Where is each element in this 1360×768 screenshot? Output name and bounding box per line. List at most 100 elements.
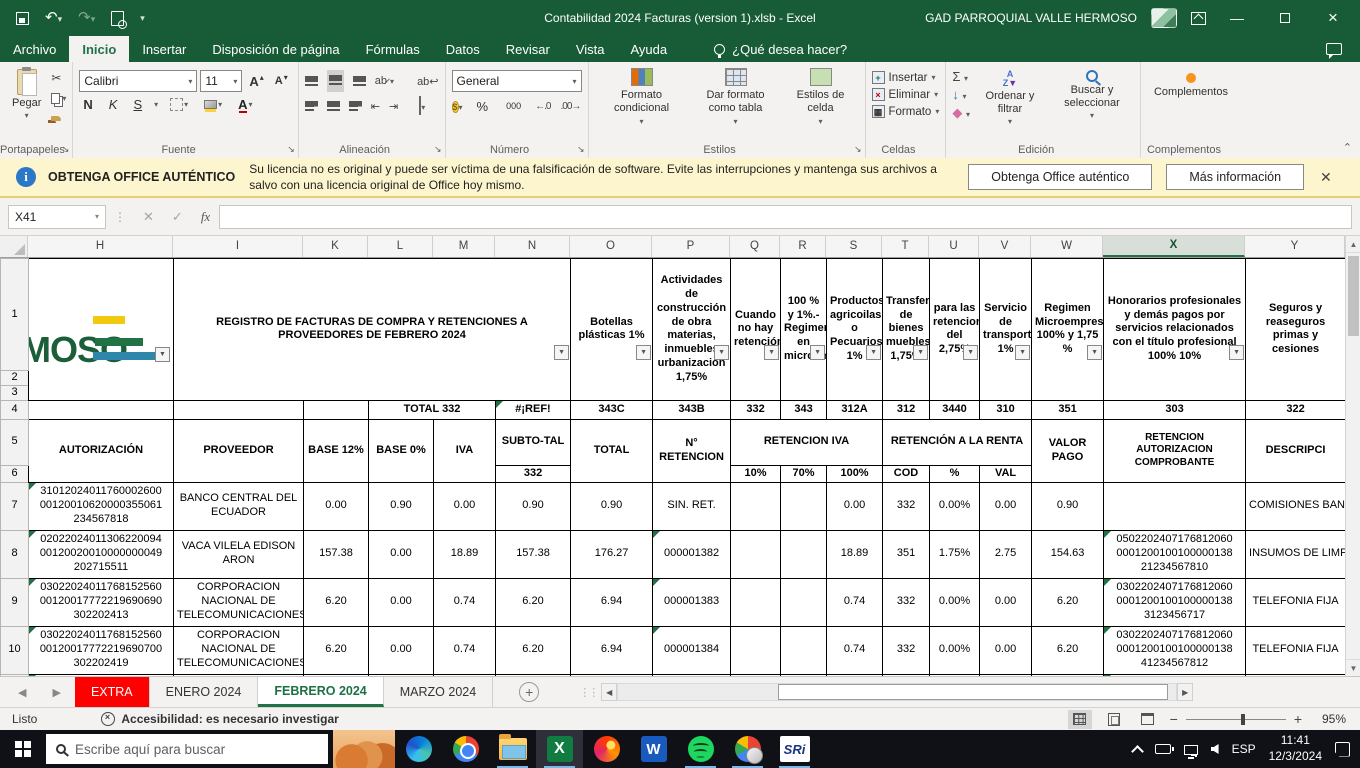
column-header-T[interactable]: T xyxy=(882,236,929,257)
cell-W4[interactable]: 351 xyxy=(1031,399,1105,420)
cell-Q4[interactable]: 332 xyxy=(730,399,782,420)
cell-X4[interactable]: 303 xyxy=(1103,399,1247,420)
select-all-corner[interactable] xyxy=(0,236,28,257)
filter-dropdown-icon[interactable]: ▼ xyxy=(866,344,882,360)
comments-icon[interactable] xyxy=(1326,43,1342,59)
column-header-P[interactable]: P xyxy=(652,236,730,257)
vertical-scrollbar[interactable]: ▲ ▼ xyxy=(1345,236,1360,676)
cell-R10[interactable] xyxy=(780,625,828,675)
cell-L9[interactable]: 0.00 xyxy=(368,577,434,627)
underline-button[interactable]: S xyxy=(129,97,146,112)
increase-decimal-icon[interactable]: ←.0 xyxy=(535,101,551,112)
column-header-Y[interactable]: Y xyxy=(1245,236,1345,257)
italic-button[interactable]: K xyxy=(105,97,122,112)
news-widget-image[interactable] xyxy=(333,730,395,768)
cell-H9[interactable]: 03022024011768152560 0012001777221969069… xyxy=(28,577,174,627)
cell-M8[interactable]: 18.89 xyxy=(433,529,496,579)
decrease-font-icon[interactable]: A ▾ xyxy=(271,73,292,88)
cell-Q6[interactable]: 10% xyxy=(730,464,782,483)
cell-N9[interactable]: 6.20 xyxy=(494,577,572,627)
confirm-entry-icon[interactable]: ✓ xyxy=(172,209,183,225)
percent-style-icon[interactable]: % xyxy=(473,99,493,114)
cell-Q8[interactable] xyxy=(730,529,782,579)
column-header-M[interactable]: M xyxy=(433,236,495,257)
cell-H5-autorizacion[interactable]: AUTORIZACIÓN xyxy=(28,418,174,483)
taskbar-edge[interactable] xyxy=(395,730,442,768)
cell-O5-total[interactable]: TOTAL xyxy=(570,418,654,483)
cell-V8[interactable]: 2.75 xyxy=(979,529,1033,579)
cell-K5-base12[interactable]: BASE 12% xyxy=(303,418,369,483)
cell-T9[interactable]: 332 xyxy=(882,577,931,627)
font-color-icon[interactable]: A ▾ xyxy=(234,98,256,111)
copy-icon[interactable]: ▾ xyxy=(51,90,66,106)
row-header-3[interactable]: 3 xyxy=(0,384,29,401)
borders-icon[interactable]: ▾ xyxy=(166,98,192,111)
decrease-indent-icon[interactable]: ⇤ xyxy=(371,100,380,113)
taskbar-word[interactable]: W xyxy=(630,730,677,768)
paste-button[interactable]: Pegar ▾ xyxy=(6,67,47,122)
tab-inicio[interactable]: Inicio xyxy=(69,36,130,62)
cell-L7[interactable]: 0.90 xyxy=(368,481,434,531)
tell-me-search[interactable]: ¿Qué desea hacer? xyxy=(714,36,847,62)
cell-H7[interactable]: 31012024011760002600 0012001062000035506… xyxy=(28,481,174,531)
cell-N8[interactable]: 157.38 xyxy=(494,529,572,579)
close-button[interactable]: × xyxy=(1316,8,1350,28)
sheet-tab-febrero-active[interactable]: FEBRERO 2024 xyxy=(258,677,384,707)
prev-sheet-icon[interactable]: ◀ xyxy=(18,686,26,699)
tab-formulas[interactable]: Fórmulas xyxy=(353,36,433,62)
cell-O4[interactable]: 343C xyxy=(570,399,654,420)
conditional-formatting-button[interactable]: Formato condicional ▾ xyxy=(595,67,689,127)
cell-Y10[interactable]: TELEFONIA FIJA xyxy=(1245,625,1347,675)
collapse-ribbon-icon[interactable]: ⌃ xyxy=(1343,141,1352,154)
sheet-tab-marzo[interactable]: MARZO 2024 xyxy=(384,677,494,707)
font-size-select[interactable]: 11 ▾ xyxy=(200,70,243,92)
align-top-icon[interactable] xyxy=(304,76,318,86)
cell-L5-base0[interactable]: BASE 0% xyxy=(368,418,434,483)
cell-L8[interactable]: 0.00 xyxy=(368,529,434,579)
cell-W10[interactable]: 6.20 xyxy=(1031,625,1105,675)
cell-S1[interactable]: Productos agricoilas o Pecuarios 1% ▼ xyxy=(826,258,884,401)
save-icon[interactable] xyxy=(16,11,29,25)
minimize-button[interactable]: — xyxy=(1220,10,1254,26)
cell-N10[interactable]: 6.20 xyxy=(494,625,572,675)
styles-dialog-launcher[interactable]: ↘ xyxy=(854,144,862,155)
cell-T8[interactable]: 351 xyxy=(882,529,931,579)
cell-V6[interactable]: VAL xyxy=(979,464,1033,483)
cell-N5-subtotal[interactable]: SUBTO-TAL xyxy=(494,418,572,466)
sheet-tab-enero[interactable]: ENERO 2024 xyxy=(150,677,259,707)
cell-Q7[interactable] xyxy=(730,481,782,531)
cell-U7[interactable]: 0.00% xyxy=(929,481,981,531)
network-icon[interactable] xyxy=(1183,745,1198,759)
column-header-R[interactable]: R xyxy=(780,236,826,257)
horizontal-scroll-thumb[interactable] xyxy=(778,684,1169,700)
page-layout-view-icon[interactable] xyxy=(1102,710,1126,729)
cell-Y1[interactable]: Seguros y reaseguros primas y cesiones xyxy=(1245,258,1347,401)
cell-V7[interactable]: 0.00 xyxy=(979,481,1033,531)
cell-styles-button[interactable]: Estilos de celda ▾ xyxy=(783,67,859,127)
filter-dropdown-icon[interactable]: ▼ xyxy=(963,344,979,360)
cell-O1[interactable]: Botellas plásticas 1% ▼ xyxy=(570,258,654,401)
column-header-H[interactable]: H xyxy=(28,236,173,257)
filter-dropdown-icon[interactable]: ▼ xyxy=(714,344,730,360)
new-sheet-button[interactable]: + xyxy=(519,682,540,702)
cell-P8[interactable]: 000001382 xyxy=(652,529,732,579)
cell-R7[interactable] xyxy=(780,481,828,531)
zoom-in-icon[interactable]: + xyxy=(1294,711,1302,727)
filter-dropdown-icon[interactable]: ▼ xyxy=(1015,344,1031,360)
row-header-4[interactable]: 4 xyxy=(0,399,29,420)
filter-dropdown-icon[interactable]: ▼ xyxy=(1087,344,1103,360)
accounting-format-icon[interactable]: $▾ xyxy=(451,97,463,115)
filter-dropdown-icon[interactable]: ▼ xyxy=(554,344,570,360)
filter-dropdown-icon[interactable]: ▼ xyxy=(1229,344,1245,360)
filter-dropdown-icon[interactable]: ▼ xyxy=(764,344,780,360)
cell-R1[interactable]: 100 % y 1%.- Regimen en microempresa▼ xyxy=(780,258,828,401)
restore-button[interactable] xyxy=(1268,10,1302,26)
page-break-view-icon[interactable] xyxy=(1136,710,1160,729)
cell-S10[interactable]: 0.74 xyxy=(826,625,884,675)
cell-U10[interactable]: 0.00% xyxy=(929,625,981,675)
number-dialog-launcher[interactable]: ↘ xyxy=(577,144,585,155)
row-header-2[interactable]: 2 xyxy=(0,370,29,386)
orientation-icon[interactable]: ab̷ ▾ xyxy=(375,75,394,87)
cell-T10[interactable]: 332 xyxy=(882,625,931,675)
cell-I7[interactable]: BANCO CENTRAL DEL ECUADOR xyxy=(173,481,304,531)
